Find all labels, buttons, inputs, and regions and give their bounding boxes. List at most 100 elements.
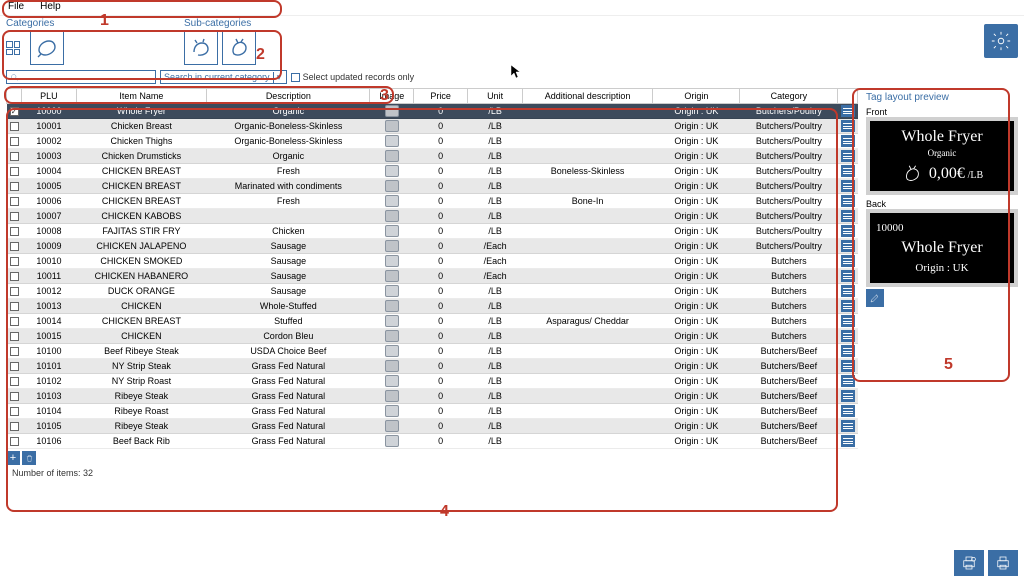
search-scope-dropdown[interactable]: Search in current category ▾	[160, 70, 287, 84]
row-action-button[interactable]	[841, 390, 855, 402]
col-desc[interactable]: Description	[207, 89, 370, 104]
table-row[interactable]: 10001Chicken BreastOrganic-Boneless-Skin…	[7, 119, 858, 134]
row-action-button[interactable]	[841, 375, 855, 387]
search-box[interactable]	[6, 70, 156, 84]
table-row[interactable]: 10106Beef Back RibGrass Fed Natural0/LBO…	[7, 434, 858, 449]
cell-image[interactable]	[370, 359, 414, 374]
row-checkbox[interactable]	[10, 152, 19, 161]
col-price[interactable]: Price	[413, 89, 467, 104]
row-checkbox[interactable]	[10, 377, 19, 386]
row-action-button[interactable]	[841, 150, 855, 162]
cell-image[interactable]	[370, 284, 414, 299]
table-row[interactable]: 10008FAJITAS STIR FRYChicken0/LBOrigin :…	[7, 224, 858, 239]
updated-only-checkbox[interactable]	[291, 73, 300, 82]
row-action-button[interactable]	[841, 420, 855, 432]
menu-file[interactable]: File	[8, 1, 24, 14]
row-action-button[interactable]	[841, 195, 855, 207]
cell-image[interactable]	[370, 329, 414, 344]
table-row[interactable]: 10102NY Strip RoastGrass Fed Natural0/LB…	[7, 374, 858, 389]
row-checkbox[interactable]	[10, 137, 19, 146]
row-action-button[interactable]	[841, 165, 855, 177]
cell-image[interactable]	[370, 419, 414, 434]
row-checkbox[interactable]	[10, 122, 19, 131]
col-image[interactable]: Image	[370, 89, 414, 104]
cell-image[interactable]	[370, 239, 414, 254]
col-add[interactable]: Additional description	[522, 89, 653, 104]
row-checkbox[interactable]	[10, 272, 19, 281]
table-row[interactable]: 10103Ribeye SteakGrass Fed Natural0/LBOr…	[7, 389, 858, 404]
cell-image[interactable]	[370, 179, 414, 194]
row-action-button[interactable]	[841, 255, 855, 267]
table-row[interactable]: 10004CHICKEN BREASTFresh0/LBBoneless-Ski…	[7, 164, 858, 179]
cell-image[interactable]	[370, 374, 414, 389]
row-action-button[interactable]	[841, 120, 855, 132]
row-checkbox[interactable]	[10, 302, 19, 311]
row-checkbox[interactable]	[10, 107, 19, 116]
table-row[interactable]: 10104Ribeye RoastGrass Fed Natural0/LBOr…	[7, 404, 858, 419]
row-checkbox[interactable]	[10, 392, 19, 401]
row-action-button[interactable]	[841, 315, 855, 327]
edit-tag-button[interactable]	[866, 289, 884, 307]
table-row[interactable]: 10009CHICKEN JALAPENOSausage0/EachOrigin…	[7, 239, 858, 254]
updated-only-toggle[interactable]: Select updated records only	[291, 72, 415, 82]
cell-image[interactable]	[370, 404, 414, 419]
col-unit[interactable]: Unit	[468, 89, 522, 104]
col-plu[interactable]: PLU	[22, 89, 76, 104]
col-origin[interactable]: Origin	[653, 89, 740, 104]
add-item-button[interactable]: +	[6, 451, 20, 465]
row-action-button[interactable]	[841, 300, 855, 312]
row-action-button[interactable]	[841, 270, 855, 282]
table-row[interactable]: 10002Chicken ThighsOrganic-Boneless-Skin…	[7, 134, 858, 149]
cell-image[interactable]	[370, 194, 414, 209]
table-row[interactable]: 10014CHICKEN BREASTStuffed0/LBAsparagus/…	[7, 314, 858, 329]
menu-help[interactable]: Help	[40, 1, 61, 14]
row-action-button[interactable]	[841, 180, 855, 192]
table-row[interactable]: 10013CHICKENWhole-Stuffed0/LBOrigin : UK…	[7, 299, 858, 314]
row-checkbox[interactable]	[10, 422, 19, 431]
col-name[interactable]: Item Name	[76, 89, 207, 104]
row-checkbox[interactable]	[10, 332, 19, 341]
cell-image[interactable]	[370, 104, 414, 119]
row-checkbox[interactable]	[10, 317, 19, 326]
row-checkbox[interactable]	[10, 257, 19, 266]
table-row[interactable]: 10015CHICKENCordon Bleu0/LBOrigin : UKBu…	[7, 329, 858, 344]
cell-image[interactable]	[370, 344, 414, 359]
cell-image[interactable]	[370, 269, 414, 284]
row-action-button[interactable]	[841, 345, 855, 357]
row-checkbox[interactable]	[10, 167, 19, 176]
row-checkbox[interactable]	[10, 212, 19, 221]
row-action-button[interactable]	[841, 330, 855, 342]
cell-image[interactable]	[370, 224, 414, 239]
cell-image[interactable]	[370, 254, 414, 269]
table-row[interactable]: 10010CHICKEN SMOKEDSausage0/EachOrigin :…	[7, 254, 858, 269]
cell-image[interactable]	[370, 119, 414, 134]
row-checkbox[interactable]	[10, 287, 19, 296]
row-checkbox[interactable]	[10, 362, 19, 371]
row-action-button[interactable]	[841, 360, 855, 372]
search-input[interactable]	[19, 72, 152, 82]
row-action-button[interactable]	[841, 240, 855, 252]
table-row[interactable]: 10007CHICKEN KABOBS0/LBOrigin : UKButche…	[7, 209, 858, 224]
table-row[interactable]: 10100Beef Ribeye SteakUSDA Choice Beef0/…	[7, 344, 858, 359]
print-settings-button[interactable]	[954, 550, 984, 576]
cell-image[interactable]	[370, 314, 414, 329]
row-checkbox[interactable]	[10, 242, 19, 251]
cell-image[interactable]	[370, 434, 414, 449]
row-checkbox[interactable]	[10, 347, 19, 356]
row-action-button[interactable]	[841, 285, 855, 297]
row-checkbox[interactable]	[10, 407, 19, 416]
table-row[interactable]: 10000Whole FryerOrganic0/LBOrigin : UKBu…	[7, 104, 858, 119]
row-checkbox[interactable]	[10, 437, 19, 446]
table-row[interactable]: 10003Chicken DrumsticksOrganic0/LBOrigin…	[7, 149, 858, 164]
subcategory-tile-1[interactable]	[184, 31, 218, 65]
cell-image[interactable]	[370, 149, 414, 164]
delete-item-button[interactable]	[22, 451, 36, 465]
row-action-button[interactable]	[841, 210, 855, 222]
col-cat[interactable]: Category	[740, 89, 838, 104]
table-row[interactable]: 10101NY Strip SteakGrass Fed Natural0/LB…	[7, 359, 858, 374]
cell-image[interactable]	[370, 389, 414, 404]
subcategory-tile-2[interactable]	[222, 31, 256, 65]
row-checkbox[interactable]	[10, 182, 19, 191]
table-row[interactable]: 10012DUCK ORANGESausage0/LBOrigin : UKBu…	[7, 284, 858, 299]
row-checkbox[interactable]	[10, 227, 19, 236]
